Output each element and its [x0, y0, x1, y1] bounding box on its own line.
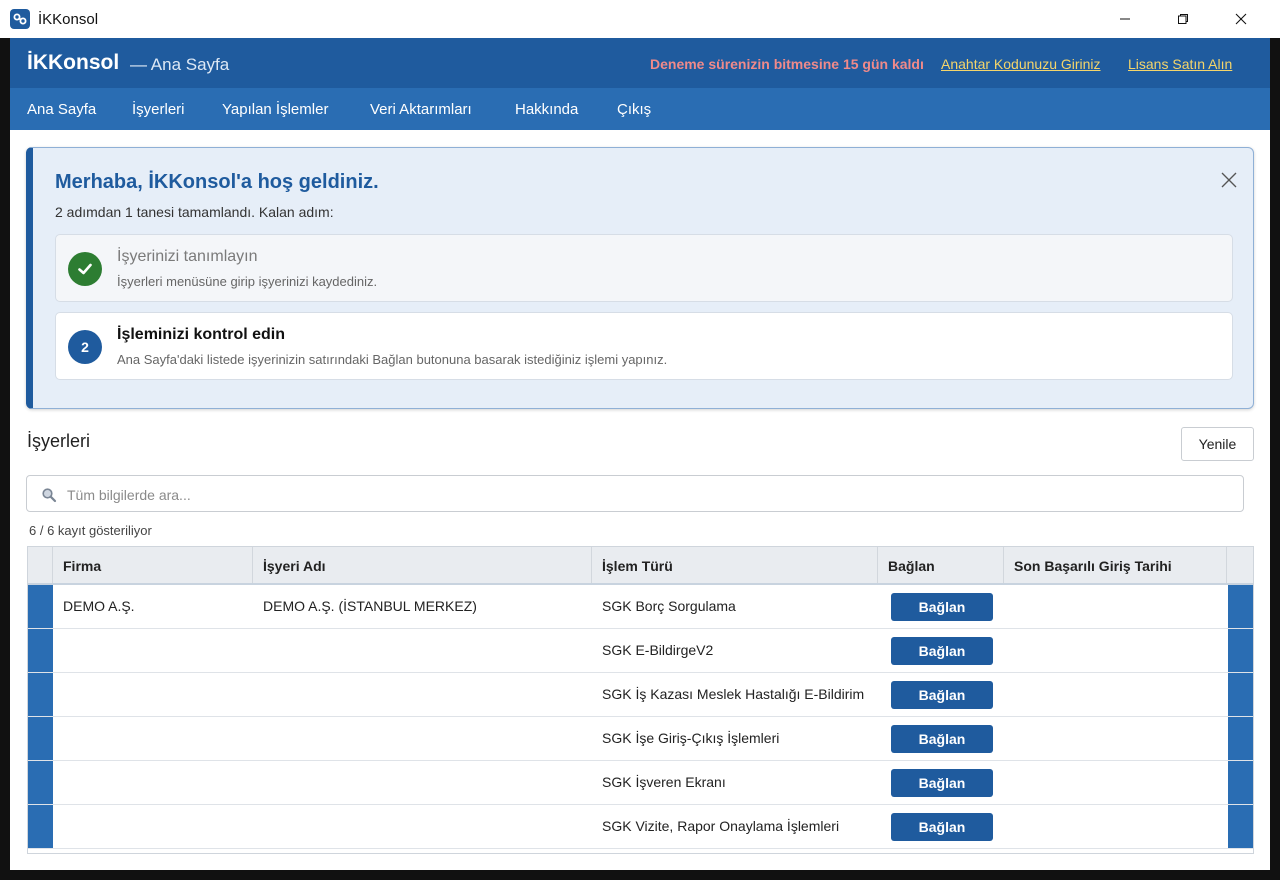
nav-item-exit[interactable]: Çıkış: [617, 101, 651, 118]
row-end-marker: [1228, 585, 1253, 628]
cell-workplace: [253, 673, 263, 716]
nav-item-about[interactable]: Hakkında: [515, 101, 578, 118]
row-end-marker: [1228, 761, 1253, 804]
row-end-marker: [1228, 673, 1253, 716]
cell-firm: DEMO A.Ş.: [63, 598, 135, 614]
section-title: İşyerleri: [27, 431, 91, 451]
restore-icon[interactable]: [1154, 0, 1212, 38]
cell-last-login: [1004, 585, 1014, 628]
row-selector[interactable]: [28, 629, 53, 672]
search-input[interactable]: [67, 485, 1227, 505]
nav-item-operations[interactable]: Yapılan İşlemler: [222, 101, 328, 118]
cell-last-login: [1004, 805, 1014, 848]
row-end-marker: [1228, 717, 1253, 760]
main-nav: Ana Sayfa İşyerleri Yapılan İşlemler Ver…: [10, 88, 1270, 130]
row-end-marker: [1228, 805, 1253, 848]
table-row[interactable]: SGK İşe Giriş-Çıkış İşlemleri Bağlan: [28, 717, 1253, 761]
step-number-badge: 2: [68, 330, 102, 364]
cell-workplace: [253, 761, 263, 804]
step-title: İşleminizi kontrol edin: [117, 326, 286, 343]
cell-firm: [53, 761, 63, 804]
nav-item-workplaces[interactable]: İşyerleri: [132, 101, 185, 118]
window-border-bottom: [0, 870, 1280, 880]
nav-item-data-transfers[interactable]: Veri Aktarımları: [370, 101, 472, 118]
table-row[interactable]: DEMO A.Ş. DEMO A.Ş. (İSTANBUL MERKEZ) SG…: [28, 585, 1253, 629]
cell-workplace: [253, 805, 263, 848]
table-row[interactable]: SGK E-BildirgeV2 Bağlan: [28, 629, 1253, 673]
window-border-left: [0, 38, 10, 880]
cell-last-login: [1004, 717, 1014, 760]
minimize-icon[interactable]: [1096, 0, 1154, 38]
cell-workplace: DEMO A.Ş. (İSTANBUL MERKEZ): [263, 598, 477, 614]
table-header: Firma İşyeri Adı İşlem Türü Bağlan Son B…: [28, 547, 1253, 585]
brand-title: İKKonsol: [27, 51, 120, 74]
close-icon[interactable]: [1212, 0, 1270, 38]
cell-firm: [53, 629, 63, 672]
cell-workplace: [253, 629, 263, 672]
cell-operation: SGK Borç Sorgulama: [602, 598, 736, 614]
welcome-title: Merhaba, İKKonsol'a hoş geldiniz.: [55, 171, 379, 193]
enter-key-link[interactable]: Anahtar Kodunuzu Giriniz: [941, 56, 1101, 72]
column-header-operation[interactable]: İşlem Türü: [592, 547, 878, 583]
table-row[interactable]: SGK İş Kazası Meslek Hastalığı E-Bildiri…: [28, 673, 1253, 717]
cell-last-login: [1004, 761, 1014, 804]
welcome-card: Merhaba, İKKonsol'a hoş geldiniz. 2 adım…: [26, 147, 1254, 409]
welcome-progress: 2 adımdan 1 tanesi tamamlandı. Kalan adı…: [55, 204, 334, 220]
connect-button[interactable]: Bağlan: [891, 593, 993, 621]
cell-last-login: [1004, 629, 1014, 672]
row-selector[interactable]: [28, 585, 53, 628]
search-icon: [41, 487, 57, 503]
table-row[interactable]: SGK Vizite, Rapor Onaylama İşlemleri Bağ…: [28, 805, 1253, 849]
cell-workplace: [253, 717, 263, 760]
row-selector[interactable]: [28, 717, 53, 760]
column-header-last-login[interactable]: Son Başarılı Giriş Tarihi: [1004, 547, 1227, 583]
connect-button[interactable]: Bağlan: [891, 769, 993, 797]
nav-item-home[interactable]: Ana Sayfa: [27, 101, 96, 118]
column-header-connect[interactable]: Bağlan: [878, 547, 1004, 583]
row-selector[interactable]: [28, 673, 53, 716]
step-title: İşyerinizi tanımlayın: [117, 248, 258, 265]
row-selector[interactable]: [28, 805, 53, 848]
connect-button[interactable]: Bağlan: [891, 725, 993, 753]
check-icon: [68, 252, 102, 286]
cell-operation: SGK İşveren Ekranı: [602, 774, 726, 790]
step-check-operation: 2 İşleminizi kontrol edin Ana Sayfa'daki…: [55, 312, 1233, 380]
window-titlebar: İKKonsol: [0, 0, 1280, 38]
step-description: Ana Sayfa'daki listede işyerinizin satır…: [117, 352, 668, 367]
column-header-firm[interactable]: Firma: [53, 547, 253, 583]
window-title: İKKonsol: [38, 11, 99, 28]
row-selector[interactable]: [28, 761, 53, 804]
trial-notice: Deneme sürenizin bitmesine 15 gün kaldı: [650, 56, 924, 72]
workplaces-table: Firma İşyeri Adı İşlem Türü Bağlan Son B…: [27, 546, 1254, 854]
window-border-right: [1270, 38, 1280, 880]
cell-last-login: [1004, 673, 1014, 716]
row-end-marker: [1228, 629, 1253, 672]
buy-license-link[interactable]: Lisans Satın Alın: [1128, 56, 1232, 72]
table-row[interactable]: SGK İşveren Ekranı Bağlan: [28, 761, 1253, 805]
search-box: [26, 475, 1244, 512]
connect-button[interactable]: Bağlan: [891, 637, 993, 665]
app-logo-icon: [10, 9, 30, 29]
refresh-button[interactable]: Yenile: [1181, 427, 1254, 461]
table-body: DEMO A.Ş. DEMO A.Ş. (İSTANBUL MERKEZ) SG…: [28, 585, 1253, 853]
cell-operation: SGK Vizite, Rapor Onaylama İşlemleri: [602, 818, 840, 834]
cell-firm: [53, 673, 63, 716]
cell-firm: [53, 805, 63, 848]
connect-button[interactable]: Bağlan: [891, 813, 993, 841]
record-count: 6 / 6 kayıt gösteriliyor: [29, 523, 152, 538]
cell-operation: SGK İş Kazası Meslek Hastalığı E-Bildiri…: [602, 686, 865, 702]
cell-firm: [53, 717, 63, 760]
connect-button[interactable]: Bağlan: [891, 681, 993, 709]
cell-operation: SGK E-BildirgeV2: [602, 642, 714, 658]
close-icon[interactable]: [1219, 170, 1239, 190]
cell-operation: SGK İşe Giriş-Çıkış İşlemleri: [602, 730, 780, 746]
header-marker: [28, 547, 53, 583]
page-subtitle: — Ana Sayfa: [130, 55, 230, 74]
column-header-workplace[interactable]: İşyeri Adı: [253, 547, 592, 583]
app-header: İKKonsol — Ana Sayfa Deneme sürenizin bi…: [10, 38, 1270, 88]
step-description: İşyerleri menüsüne girip işyerinizi kayd…: [117, 274, 378, 289]
step-define-workplace: İşyerinizi tanımlayın İşyerleri menüsüne…: [55, 234, 1233, 302]
